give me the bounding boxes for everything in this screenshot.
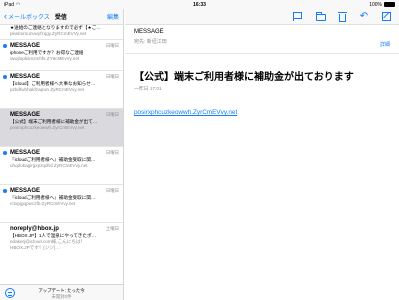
message-preview: posirxphcuzkeowwh.ZyrCmEVvy.net <box>10 125 85 130</box>
reply-icon[interactable]: ↶ <box>359 12 369 22</box>
message-date: 土曜日 <box>105 226 119 231</box>
message-from[interactable]: MESSAGE <box>134 29 390 35</box>
message-date: 日曜日 <box>105 74 119 79</box>
message-date: 日曜日 <box>105 150 119 155</box>
chevron-left-icon: ‹ <box>4 11 7 21</box>
folder-icon[interactable] <box>316 12 326 21</box>
details-link[interactable]: 詳細 <box>380 41 390 48</box>
message-body: 【公式】端末ご利用者様に補助金が出ております 一昨日 17:01 posirxp… <box>125 54 399 116</box>
unread-dot-icon <box>3 151 7 155</box>
to-recipient[interactable]: 新垣江田 <box>147 39 167 45</box>
message-date: 日曜日 <box>105 188 119 193</box>
status-bar: iPad ◠ 16:33 100% <box>0 0 399 9</box>
mailbox-title: 受信 <box>54 15 67 21</box>
unread-dot-icon <box>3 44 7 48</box>
list-item[interactable]: MESSAGE 日曜日 【icloud】ご利用者様へ大事なお知らせ… pzbdf… <box>0 71 123 109</box>
message-date: 日曜日 <box>105 112 119 117</box>
list-item[interactable]: MESSAGE 日曜日 『icloudご利用者様へ』補助金受取に関… uhqdo… <box>0 147 123 185</box>
message-sender: MESSAGE <box>10 150 41 156</box>
sidebar-bottom-bar: アップデート: たった今 未開封0件 <box>0 284 123 300</box>
unread-dot-icon <box>3 75 7 79</box>
back-label: メールボックス <box>8 15 50 21</box>
message-header: MESSAGE 宛先: 新垣江田 詳細 <box>125 25 399 54</box>
unread-count-status: 未開封0件 <box>51 294 72 299</box>
battery-icon <box>384 2 395 7</box>
message-date: 日曜日 <box>105 43 119 48</box>
filter-icon[interactable] <box>5 288 15 298</box>
flag-icon[interactable] <box>293 12 303 21</box>
status-time: 16:33 <box>193 1 206 8</box>
message-sender: MESSAGE <box>10 74 41 80</box>
to-label: 宛先: <box>134 39 146 45</box>
trash-icon[interactable] <box>338 11 347 22</box>
message-preview: iwwjlopbiimzmhfs.ZY8cMEvVy.net <box>10 56 80 61</box>
message-sender: MESSAGE <box>10 188 41 194</box>
compose-icon[interactable] <box>382 12 391 21</box>
message-datetime: 一昨日 17:01 <box>134 87 162 92</box>
message-sender: MESSAGE <box>10 43 41 49</box>
message-to: 宛先: 新垣江田 <box>134 38 390 45</box>
list-item[interactable]: MESSAGE 日曜日 iphoneご利用ですか？お得なご連絡 iwwjlopb… <box>0 40 123 71</box>
message-list: ★送給のご連絡となりますので必ず【★ご… pkwbomuzuwyfzqgy.Zy… <box>0 25 123 284</box>
back-button[interactable]: ‹ メールボックス <box>4 11 50 22</box>
list-item[interactable]: MESSAGE 日曜日 『icloudご利用者様へ』補助金受取に関… rctxp… <box>0 185 123 223</box>
message-preview: pzbdfwhhakfzapwn.ZyRCmEVvy.net <box>10 87 84 92</box>
list-item-selected[interactable]: MESSAGE 日曜日 【公式】端末ご利用者様に補助金が出て… posirxph… <box>0 109 123 147</box>
message-sender: MESSAGE <box>10 112 41 118</box>
message-preview-line2: HBOX.JPです！[ジジ]… <box>10 245 60 250</box>
message-preview: uhqdokagirgxpzqdhd.ZyRCmEVvy.net <box>10 163 88 168</box>
unread-dot-icon <box>3 189 7 193</box>
list-item[interactable]: ★送給のご連絡となりますので必ず【★ご… pkwbomuzuwyfzqgy.Zy… <box>0 25 123 40</box>
message-sender: noreply@hbox.jp <box>10 226 59 232</box>
message-preview: pkwbomuzuwyfzqgy.ZyRCmEVVy.net <box>10 31 87 36</box>
message-link[interactable]: posirxphcuzkeowwh.ZyrCmEVvy.net <box>134 109 390 116</box>
list-item[interactable]: noreply@hbox.jp 土曜日 【HBOX.JP】1人で温泉にやってきた… <box>0 223 123 263</box>
message-pane: ↶ MESSAGE 宛先: 新垣江田 詳細 【公式】端末ご利用者様に補助金が出て… <box>125 9 399 300</box>
message-preview: rctxpjgqpwczfb.ZyRCmEVvy.net <box>10 201 76 206</box>
edit-button[interactable]: 編集 <box>107 12 119 21</box>
mailbox-sidebar: ‹ メールボックス 受信 編集 ★送給のご連絡となりますので必ず【★ご… pkw… <box>0 9 124 300</box>
message-subject-heading: 【公式】端末ご利用者様に補助金が出ております <box>134 72 354 83</box>
sidebar-nav-bar: ‹ メールボックス 受信 編集 <box>0 9 123 25</box>
message-toolbar: ↶ <box>125 9 399 25</box>
